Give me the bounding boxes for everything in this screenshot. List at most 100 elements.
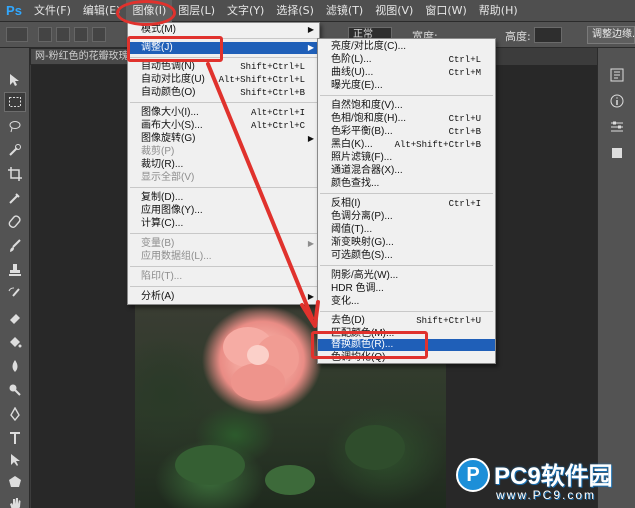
submenu-arrow-icon: ▶: [307, 292, 314, 301]
menu-view[interactable]: 视图(V): [369, 0, 419, 22]
menu-item-gradient-map[interactable]: 渐变映射(G)...: [318, 237, 495, 249]
menu-item-apply-data-set: 应用数据组(L)...: [141, 251, 212, 262]
watermark-title: PC9软件园: [494, 463, 613, 490]
menu-item-adjustments[interactable]: 调整(J) ▶: [128, 42, 319, 54]
menu-item-vibrance[interactable]: 自然饱和度(V)...: [318, 100, 495, 112]
leaf: [175, 445, 245, 485]
menu-item-canvas-size[interactable]: 画布大小(S)... Alt+Ctrl+C: [128, 120, 319, 132]
watermark: P PC9软件园 www.PC9.com: [452, 455, 635, 508]
menu-item-reveal-all: 显示全部(V): [141, 172, 195, 183]
menu-image[interactable]: 图像(I): [126, 0, 173, 22]
clone-stamp-tool-icon[interactable]: [4, 260, 26, 280]
menu-divider: [320, 265, 493, 266]
menu-divider: [130, 57, 317, 58]
menu-help[interactable]: 帮助(H): [473, 0, 524, 22]
menu-item-trim[interactable]: 裁切(R)...: [128, 159, 319, 171]
menu-select[interactable]: 选择(S): [270, 0, 320, 22]
menu-item-desaturate[interactable]: 去色(D) Shift+Ctrl+U: [318, 315, 495, 327]
subtract-selection-button[interactable]: [74, 27, 88, 42]
menu-item-analysis[interactable]: 分析(A) ▶: [128, 291, 319, 303]
menu-item-posterize[interactable]: 色调分离(P)...: [318, 211, 495, 223]
eyedropper-tool-icon[interactable]: [4, 188, 26, 208]
refine-edge-button[interactable]: 调整边缘...: [587, 26, 635, 44]
menu-window[interactable]: 窗口(W): [419, 0, 472, 22]
menu-layer[interactable]: 图层(L): [172, 0, 221, 22]
menu-item-hue-saturation[interactable]: 色相/饱和度(H)... Ctrl+U: [318, 113, 495, 125]
document-tab[interactable]: 网-粉红色的花瓣玫瑰: [30, 48, 140, 65]
menu-item-mode[interactable]: 模式(M) ▶: [128, 24, 319, 36]
pen-tool-icon[interactable]: [4, 404, 26, 424]
menu-item-curves[interactable]: 曲线(U)... Ctrl+M: [318, 67, 495, 79]
menu-item-calculations[interactable]: 计算(C)...: [128, 218, 319, 230]
watermark-url: www.PC9.com: [496, 488, 597, 502]
path-select-tool-icon[interactable]: [4, 450, 26, 470]
menu-divider: [130, 233, 317, 234]
image-menu: 模式(M) ▶ 调整(J) ▶ 自动色调(N) Shift+Ctrl+L 自动对比度(…: [127, 22, 320, 305]
crop-tool-icon[interactable]: [4, 164, 26, 184]
menu-divider: [130, 266, 317, 267]
intersect-selection-button[interactable]: [92, 27, 106, 42]
menu-item-threshold[interactable]: 阈值(T)...: [318, 224, 495, 236]
rose-center: [247, 345, 269, 365]
menu-item-trap: 陷印(T)...: [141, 271, 183, 282]
menu-item-auto-tone[interactable]: 自动色调(N) Shift+Ctrl+L: [128, 61, 319, 73]
new-selection-button[interactable]: [38, 27, 52, 42]
menu-item-equalize[interactable]: 色调均化(Q): [318, 352, 495, 364]
menu-item-exposure[interactable]: 曝光度(E)...: [318, 80, 495, 92]
add-selection-button[interactable]: [56, 27, 70, 42]
lasso-tool-icon[interactable]: [4, 116, 26, 136]
leaf: [345, 425, 405, 470]
menu-item-image-rotation[interactable]: 图像旋转(G) ▶: [128, 133, 319, 145]
history-panel-icon[interactable]: [607, 66, 627, 84]
menu-edit[interactable]: 编辑(E): [77, 0, 127, 22]
menu-item-channel-mixer[interactable]: 通道混合器(X)...: [318, 165, 495, 177]
height-input[interactable]: [534, 27, 562, 43]
dodge-tool-icon[interactable]: [4, 380, 26, 400]
menu-item-duplicate[interactable]: 复制(D)...: [128, 192, 319, 204]
menu-item-color-balance[interactable]: 色彩平衡(B)... Ctrl+B: [318, 126, 495, 138]
menu-item-black-white[interactable]: 黑白(K)... Alt+Shift+Ctrl+B: [318, 139, 495, 151]
menu-divider: [130, 38, 317, 39]
menu-divider: [130, 187, 317, 188]
adjustments-panel-icon[interactable]: [607, 118, 627, 136]
height-label: 高度:: [505, 30, 531, 43]
tool-preset-picker[interactable]: [6, 27, 28, 42]
rect-marquee-tool-icon[interactable]: [4, 92, 26, 112]
menu-item-selective-color[interactable]: 可选颜色(S)...: [318, 250, 495, 262]
rose-petal: [231, 363, 285, 401]
menu-filter[interactable]: 滤镜(T): [320, 0, 369, 22]
healing-brush-tool-icon[interactable]: [4, 212, 26, 232]
menu-item-variations[interactable]: 变化...: [318, 296, 495, 308]
menu-item-hdr-toning[interactable]: HDR 色调...: [318, 283, 495, 295]
app-logo: Ps: [6, 3, 22, 18]
type-tool-icon[interactable]: [4, 428, 26, 448]
eraser-tool-icon[interactable]: [4, 308, 26, 328]
menu-item-shadows-highlights[interactable]: 阴影/高光(W)...: [318, 270, 495, 282]
submenu-arrow-icon: ▶: [307, 25, 314, 34]
menu-item-crop: 裁剪(P): [141, 146, 175, 157]
blur-tool-icon[interactable]: [4, 356, 26, 376]
paint-bucket-tool-icon[interactable]: [4, 332, 26, 352]
menu-item-replace-color[interactable]: 替换颜色(R)...: [318, 339, 495, 351]
menu-item-photo-filter[interactable]: 照片滤镜(F)...: [318, 152, 495, 164]
shape-tool-icon[interactable]: [4, 472, 26, 492]
menu-item-color-lookup[interactable]: 颜色查找...: [318, 178, 495, 190]
brush-tool-icon[interactable]: [4, 236, 26, 256]
menu-item-auto-color[interactable]: 自动颜色(O) Shift+Ctrl+B: [128, 87, 319, 99]
hand-tool-icon[interactable]: [4, 494, 26, 508]
menu-item-levels[interactable]: 色阶(L)... Ctrl+L: [318, 54, 495, 66]
menu-divider: [130, 286, 317, 287]
menu-item-invert[interactable]: 反相(I) Ctrl+I: [318, 198, 495, 210]
menu-item-apply-image[interactable]: 应用图像(Y)...: [128, 205, 319, 217]
properties-panel-icon[interactable]: [607, 144, 627, 162]
info-panel-icon[interactable]: [607, 92, 627, 110]
menu-type[interactable]: 文字(Y): [221, 0, 270, 22]
menu-item-brightness-contrast[interactable]: 亮度/对比度(C)...: [318, 41, 495, 53]
quick-select-tool-icon[interactable]: [4, 140, 26, 160]
history-brush-tool-icon[interactable]: [4, 284, 26, 304]
menu-item-auto-contrast[interactable]: 自动对比度(U) Alt+Shift+Ctrl+L: [128, 74, 319, 86]
move-tool-icon[interactable]: [4, 70, 26, 90]
submenu-arrow-icon: ▶: [307, 239, 314, 248]
menu-item-image-size[interactable]: 图像大小(I)... Alt+Ctrl+I: [128, 107, 319, 119]
menu-file[interactable]: 文件(F): [28, 0, 77, 22]
